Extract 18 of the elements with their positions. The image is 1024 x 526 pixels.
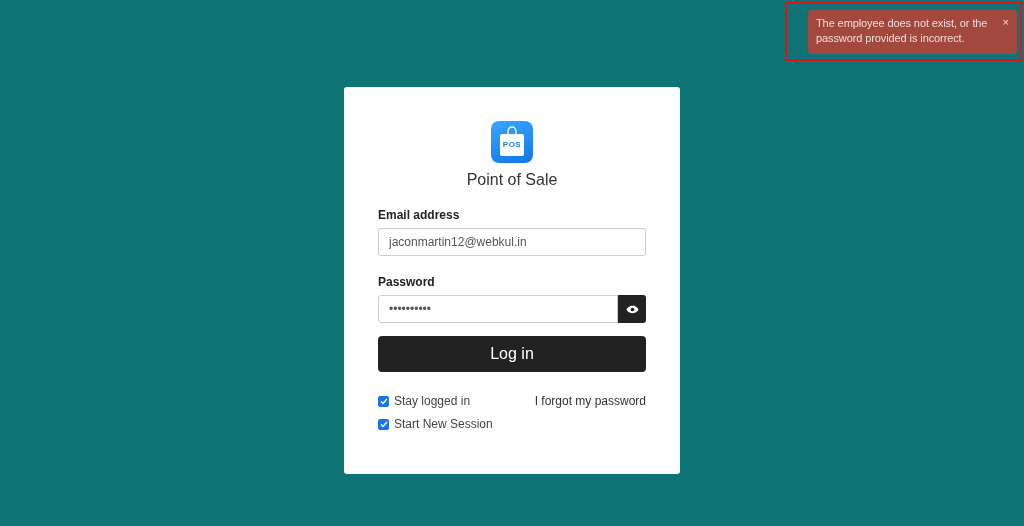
checkbox[interactable] [378,395,389,407]
password-label: Password [378,275,436,289]
show-password-button[interactable] [618,295,646,323]
toast-message: The employee does not exist, or the password provided is incorrect. [816,16,989,46]
email-label: Email address [378,208,461,222]
login-button[interactable]: Log in [378,336,646,372]
eye-icon [625,304,639,314]
forgot-password-link[interactable]: I forgot my password [534,394,646,408]
password-field[interactable]: •••••••••• [378,295,618,323]
close-button[interactable]: × [1002,16,1009,28]
logo: POS [491,121,533,163]
checkbox[interactable] [378,418,389,430]
email-field[interactable]: jaconmartin12@webkul.in [378,228,646,256]
checkmark-icon [379,420,388,428]
app-title: Point of Sale [466,171,558,189]
checkmark-icon [379,397,388,405]
option-label: Stay logged in [394,394,471,408]
option-label: Start New Session [394,417,493,431]
